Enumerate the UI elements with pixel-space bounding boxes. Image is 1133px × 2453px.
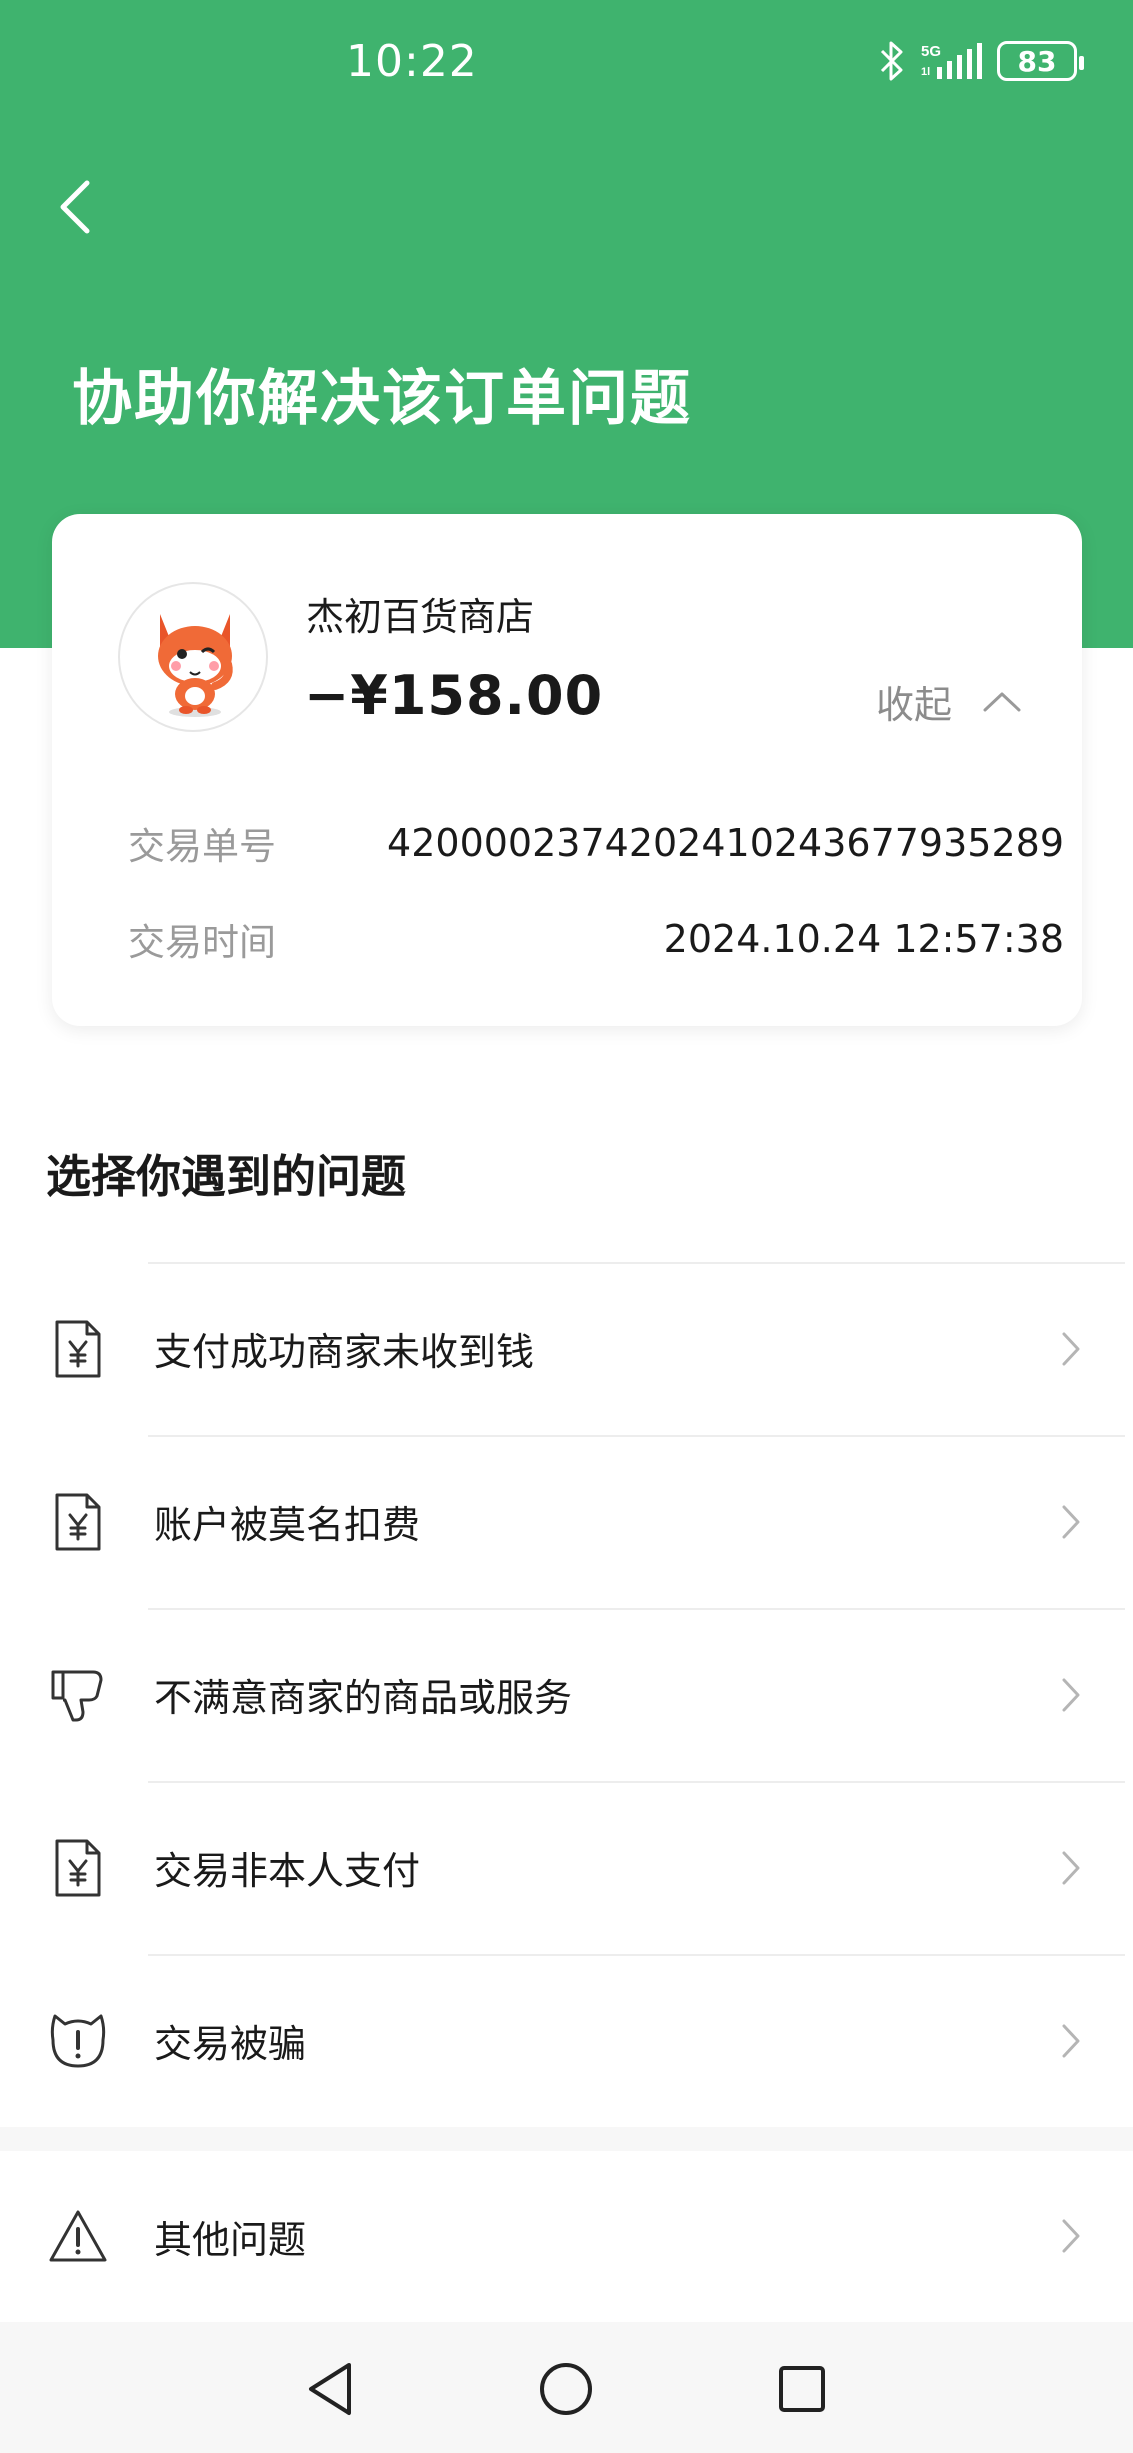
chevron-left-icon	[60, 180, 90, 234]
collapse-toggle[interactable]: 收起	[876, 674, 1022, 729]
chevron-right-icon	[1062, 1332, 1080, 1365]
status-bar: 10:22 5G 1l 83	[0, 0, 1133, 120]
section-title: 选择你遇到的问题	[46, 1150, 407, 1203]
merchant-name: 杰初百货商店	[306, 595, 535, 639]
issue-list: 支付成功商家未收到钱 账户被莫名扣费 不满意商家的商品或服务 交易非本人支付 交…	[0, 1262, 1133, 2127]
thumbs-down-icon	[46, 1661, 110, 1729]
transaction-number-row: 交易单号 4200002374202410243677935289	[128, 816, 1064, 870]
issue-item-other[interactable]: 其他问题	[0, 2151, 1133, 2321]
back-triangle-icon	[309, 2363, 351, 2415]
merchant-avatar	[118, 582, 268, 732]
nav-home-button[interactable]	[531, 2354, 601, 2424]
collapse-label: 收起	[875, 683, 952, 727]
issue-label: 交易非本人支付	[154, 1849, 421, 1893]
signal-5g-icon: 5G 1l	[921, 43, 982, 79]
status-time: 10:22	[346, 36, 478, 87]
issue-label: 其他问题	[154, 2217, 307, 2262]
alert-shield-icon	[46, 2007, 110, 2075]
payment-amount: −¥158.00	[304, 664, 604, 727]
issue-label: 支付成功商家未收到钱	[154, 1330, 535, 1374]
back-button[interactable]	[40, 172, 110, 242]
recents-square-icon	[779, 2366, 825, 2412]
transaction-number-value: 4200002374202410243677935289	[387, 821, 1064, 865]
nav-back-button[interactable]	[295, 2354, 365, 2424]
section-gap	[0, 2127, 1133, 2151]
system-nav-bar	[0, 2322, 1133, 2453]
divider	[148, 1262, 1125, 1264]
battery-level: 83	[1017, 44, 1057, 78]
status-icons: 5G 1l 83	[877, 36, 1084, 86]
issue-item-not-self-payment[interactable]: 交易非本人支付	[0, 1781, 1133, 1954]
divider	[148, 1954, 1125, 1956]
issue-item-unsatisfied-goods[interactable]: 不满意商家的商品或服务	[0, 1608, 1133, 1781]
chevron-up-icon	[983, 692, 1021, 711]
page-title: 协助你解决该订单问题	[72, 364, 692, 434]
fox-mascot-icon	[158, 614, 233, 717]
svg-text:1l: 1l	[921, 66, 930, 78]
divider	[148, 1435, 1125, 1437]
home-circle-icon	[540, 2363, 592, 2415]
chevron-right-icon	[1062, 1851, 1080, 1884]
transaction-time-value: 2024.10.24 12:57:38	[663, 917, 1064, 961]
chevron-right-icon	[1062, 2219, 1080, 2253]
transaction-number-label: 交易单号	[128, 825, 276, 868]
receipt-yen-icon	[46, 1315, 110, 1383]
chevron-right-icon	[1062, 1505, 1080, 1538]
receipt-yen-icon	[46, 1834, 110, 1902]
chevron-right-icon	[1062, 2024, 1080, 2057]
nav-recents-button[interactable]	[767, 2354, 837, 2424]
issue-item-unknown-charge[interactable]: 账户被莫名扣费	[0, 1435, 1133, 1608]
battery-icon: 83	[997, 41, 1084, 81]
network-label: 5G	[921, 43, 941, 60]
divider	[148, 1608, 1125, 1610]
chevron-right-icon	[1062, 1678, 1080, 1711]
issue-label: 账户被莫名扣费	[154, 1503, 421, 1547]
divider	[148, 1781, 1125, 1783]
transaction-time-label: 交易时间	[128, 921, 276, 964]
receipt-yen-icon	[46, 1488, 110, 1556]
issue-item-scammed[interactable]: 交易被骗	[0, 1954, 1133, 2127]
bluetooth-icon	[880, 41, 903, 81]
transaction-time-row: 交易时间 2024.10.24 12:57:38	[128, 912, 1064, 966]
issue-label: 不满意商家的商品或服务	[154, 1676, 573, 1720]
warning-triangle-icon	[46, 2202, 110, 2270]
issue-label: 交易被骗	[154, 2022, 307, 2066]
order-card: 杰初百货商店 −¥158.00 收起 交易单号 4200002374202410…	[52, 514, 1082, 1026]
issue-item-merchant-not-received[interactable]: 支付成功商家未收到钱	[0, 1262, 1133, 1435]
